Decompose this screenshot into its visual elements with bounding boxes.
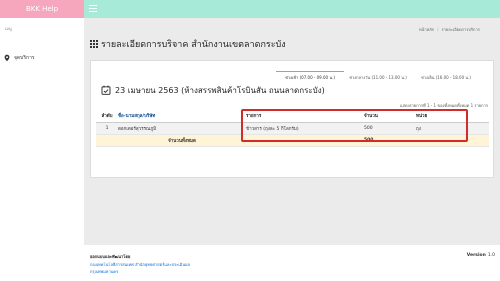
hamburger-menu-icon[interactable]	[89, 5, 97, 12]
date-location-text: 23 เมษายน 2563 (ห้างสรรพสินค้าโรบินสัน ถ…	[115, 86, 325, 95]
header-name[interactable]: ชื่อ-นามสกุล/บริษัท	[118, 110, 246, 123]
table-total-row: จำนวนทั้งหมด 500	[96, 134, 489, 147]
calendar-check-icon	[101, 85, 111, 97]
page-header: รายละเอียดการบริจาค สำนักงานเขตลาดกระบัง	[90, 37, 286, 51]
cell-unit: ถุง	[416, 122, 489, 135]
page-title: รายละเอียดการบริจาค สำนักงานเขตลาดกระบัง	[101, 40, 286, 50]
cell-item: ข้าวสาร (ถุงละ 5 กิโลกรัม)	[246, 122, 364, 135]
footer: ออกแบบและพัฒนาโดย กองเทคโนโลยีสารสนเทศ ส…	[84, 245, 500, 281]
table-summary: แสดงรายการที่ 1 - 1 ของทั้งหมดทั้งหมด 1 …	[399, 103, 488, 108]
donation-table: ลำดับ ชื่อ-นามสกุล/บริษัท รายการ จำนวน ห…	[96, 110, 489, 147]
breadcrumb-home[interactable]: หน้าหลัก	[419, 27, 434, 32]
top-navbar	[84, 0, 500, 18]
footer-org: ออกแบบและพัฒนาโดย	[90, 254, 131, 259]
brand-name: BKK Help	[25, 5, 59, 13]
footer-link-department[interactable]: กองเทคโนโลยีสารสนเทศ สำนักยุทธศาสตร์และป…	[90, 261, 190, 268]
header-qty: จำนวน	[364, 110, 416, 123]
total-value: 500	[364, 134, 416, 147]
footer-link-bma[interactable]: กรุงเทพมหานคร	[90, 268, 118, 275]
version-label: Version	[466, 253, 486, 258]
breadcrumb: หน้าหลัก / รายละเอียดการบริการ	[419, 27, 480, 32]
sidebar-item-service-points[interactable]: จุดบริการ	[3, 53, 79, 63]
header-unit: หน่วย	[416, 110, 489, 123]
header-item: รายการ	[246, 110, 364, 123]
date-row: 23 เมษายน 2563 (ห้างสรรพสินค้าโรบินสัน ถ…	[101, 84, 325, 97]
table-row: 1 ดอกเตอร์สุวรรณภูมิ ข้าวสาร (ถุงละ 5 กิ…	[96, 122, 489, 135]
breadcrumb-current: รายละเอียดการบริการ	[441, 27, 480, 32]
cell-name: ดอกเตอร์สุวรรณภูมิ	[118, 122, 246, 135]
grid-icon	[90, 40, 98, 48]
map-pin-icon	[3, 54, 11, 62]
tab-noon[interactable]: ช่วงกลางวัน (11.00 - 13.00 น.)	[344, 71, 412, 82]
tab-evening[interactable]: ช่วงเย็น (16.00 - 18.00 น.)	[412, 71, 480, 82]
time-tabs: ช่วงเช้า (07.00 - 09.00 น.) ช่วงกลางวัน …	[276, 71, 480, 82]
header-no: ลำดับ	[96, 110, 118, 123]
table-header-row: ลำดับ ชื่อ-นามสกุล/บริษัท รายการ จำนวน ห…	[96, 110, 489, 123]
sidebar-heading: เมนู	[5, 26, 12, 31]
brand-logo[interactable]: BKK Help	[0, 0, 84, 18]
cell-no: 1	[96, 122, 118, 135]
tab-morning[interactable]: ช่วงเช้า (07.00 - 09.00 น.)	[276, 71, 344, 82]
donation-card: ช่วงเช้า (07.00 - 09.00 น.) ช่วงกลางวัน …	[90, 60, 494, 178]
cell-qty: 500	[364, 122, 416, 135]
sidebar-item-label: จุดบริการ	[14, 55, 35, 61]
version-value: 1.0	[487, 253, 495, 258]
sidebar: เมนู จุดบริการ	[0, 18, 84, 281]
total-label: จำนวนทั้งหมด	[118, 134, 246, 147]
footer-version: Version 1.0	[467, 253, 495, 258]
